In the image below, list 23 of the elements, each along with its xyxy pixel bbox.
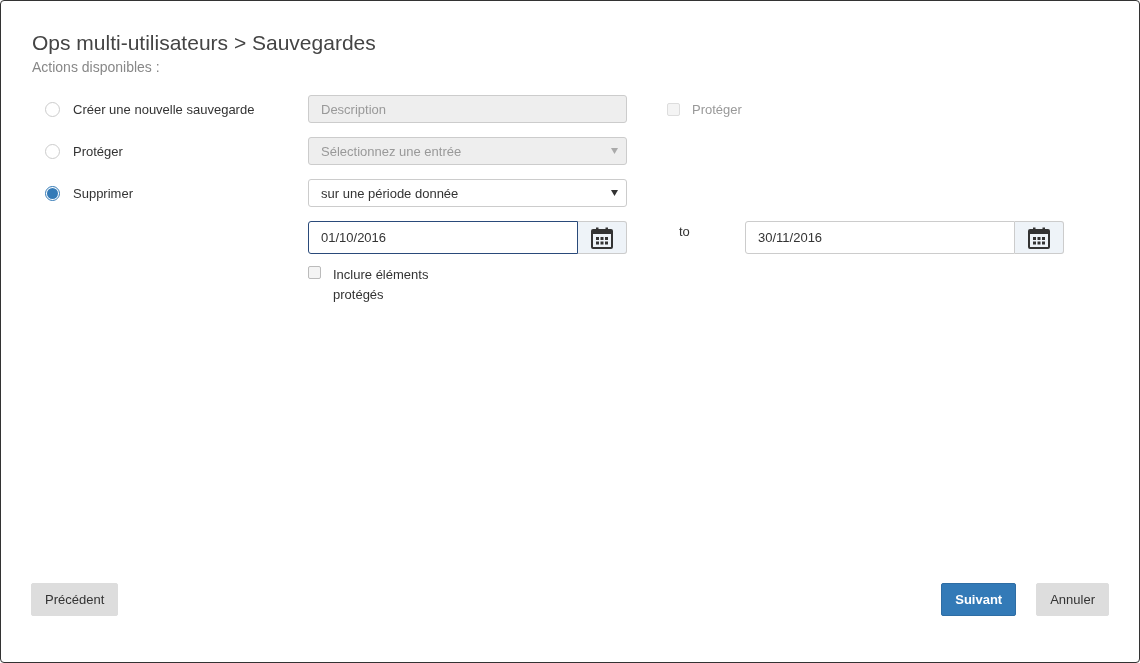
dropdown-caret-icon xyxy=(611,190,618,196)
action-radio-option[interactable]: Créer une nouvelle sauvegarde xyxy=(45,101,255,117)
calendar-icon xyxy=(1028,226,1050,249)
start-date-field[interactable]: 01/10/2016 xyxy=(308,221,578,254)
calendar-button[interactable] xyxy=(578,221,627,254)
previous-button[interactable]: Précédent xyxy=(31,583,119,616)
to-label: to xyxy=(678,224,691,239)
cancel-button[interactable]: Annuler xyxy=(1036,583,1109,616)
action-radio-option[interactable]: Protéger xyxy=(45,143,123,159)
dialog-title: Ops multi-utilisateurs > Sauvegardes xyxy=(32,31,377,55)
action-radio-option[interactable]: Supprimer xyxy=(45,185,133,201)
dropdown-caret-icon xyxy=(611,148,618,154)
radio-button[interactable] xyxy=(45,143,60,159)
checkbox[interactable] xyxy=(308,266,321,279)
calendar-icon xyxy=(591,226,613,249)
include-protected-checkbox-option[interactable]: Inclure éléments protégés xyxy=(308,265,438,305)
end-date-field[interactable]: 30/11/2016 xyxy=(745,221,1015,254)
radio-button[interactable] xyxy=(45,185,60,201)
next-button[interactable]: Suivant xyxy=(941,583,1017,616)
radio-button[interactable] xyxy=(45,101,60,117)
section-subtitle: Actions disponibles : xyxy=(32,59,161,75)
period-select[interactable]: sur une période donnée xyxy=(308,179,627,207)
calendar-button[interactable] xyxy=(1015,221,1064,254)
